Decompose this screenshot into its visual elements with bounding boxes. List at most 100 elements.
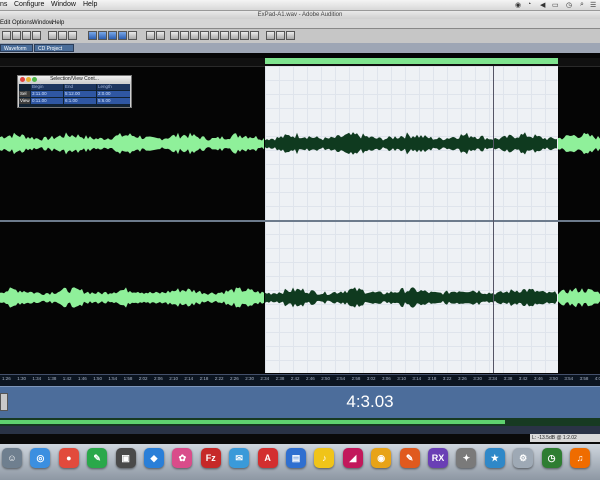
timeline-tick: 3:50 [549, 376, 558, 381]
preview-icon[interactable]: ▤ [286, 448, 306, 468]
timeline-tick: 4:02 [594, 376, 600, 381]
imovie-icon[interactable]: ★ [484, 448, 505, 468]
fire-icon[interactable]: ✦ [456, 448, 477, 468]
view-tabs: Waveform View CD Project View [0, 43, 600, 60]
zoom-icon[interactable] [32, 77, 37, 82]
timeline-tick: 1:46 [78, 376, 87, 381]
notification-icon[interactable]: ☰ [590, 1, 596, 9]
audition-icon[interactable]: ✎ [399, 448, 420, 468]
toolbar-btn-11[interactable] [118, 31, 127, 40]
row-label-view: View [19, 98, 30, 104]
toolbar-btn-7[interactable] [68, 31, 77, 40]
photos-icon[interactable]: ✿ [172, 448, 193, 468]
timeline-tick: 1:26 [2, 376, 11, 381]
toolbar-btn-12[interactable] [128, 31, 137, 40]
toolbar-btn-15[interactable] [170, 31, 179, 40]
firefox-icon[interactable]: ◉ [371, 448, 392, 468]
timeline-tick: 2:22 [214, 376, 224, 381]
battery-icon[interactable]: ▭ [552, 1, 559, 9]
minimize-icon[interactable] [26, 77, 31, 82]
right-channel-waveform-part [0, 287, 264, 308]
status-readout: L: -13.5dB @ 1:2.02 [530, 434, 600, 442]
toolbar-btn-24[interactable] [266, 31, 275, 40]
sel-length-field[interactable]: 2:0.00 [97, 91, 130, 97]
menu-configure[interactable]: Configure [14, 1, 44, 8]
toolbar-btn-22[interactable] [240, 31, 249, 40]
toolbar-btn-17[interactable] [190, 31, 199, 40]
toolbar-btn-20[interactable] [220, 31, 229, 40]
timeline-tick: 3:34 [488, 376, 498, 381]
toolbar-btn-3[interactable] [22, 31, 31, 40]
selection-view-panel[interactable]: Selection/View Cont... Begin End Length … [17, 75, 132, 108]
safari-icon[interactable]: ◎ [30, 448, 51, 468]
view-length-field[interactable]: 5:6.00 [97, 98, 130, 104]
acrobat-icon[interactable]: A [257, 448, 278, 468]
timeline-tick: 1:30 [17, 376, 26, 381]
toolbar-btn-10[interactable] [108, 31, 117, 40]
status-icon[interactable]: ◉ [515, 1, 521, 9]
app-menu-help[interactable]: Help [52, 20, 64, 26]
tab-waveform-view[interactable]: Waveform View [0, 44, 33, 60]
search-icon[interactable]: ⌕ [580, 1, 584, 9]
toolbar-btn-5[interactable] [48, 31, 57, 40]
timeline-tick: 1:38 [47, 376, 57, 381]
transport-side-button[interactable] [0, 393, 8, 411]
menu-item-ns[interactable]: ns [0, 1, 7, 8]
app-menu-options[interactable]: Options [12, 20, 33, 26]
timeline-tick: 1:50 [93, 376, 102, 381]
toolbar-btn-1[interactable] [2, 31, 11, 40]
rx-icon[interactable]: RX [428, 448, 448, 468]
timeline-tick: 3:46 [534, 376, 543, 381]
garageband-icon[interactable]: ♫ [570, 448, 590, 468]
toolbar-btn-26[interactable] [286, 31, 295, 40]
timeline-tick: 1:54 [108, 376, 118, 381]
toolbar-btn-19[interactable] [210, 31, 219, 40]
facetime-icon[interactable]: ▣ [115, 448, 136, 468]
toolbar-btn-13[interactable] [146, 31, 155, 40]
wifi-icon[interactable]: ◔ [527, 1, 531, 8]
window-title: ExPad-A1.wav - Adobe Audition [257, 12, 343, 18]
itunes-icon[interactable]: ♪ [314, 448, 335, 468]
clock-icon[interactable]: ◷ [566, 1, 572, 9]
toolbar-btn-8[interactable] [88, 31, 97, 40]
toolbar-btn-6[interactable] [58, 31, 67, 40]
pdf-icon[interactable]: ◢ [342, 448, 363, 468]
chrome-icon[interactable]: ● [58, 448, 79, 468]
close-icon[interactable] [20, 77, 25, 82]
toolbar-btn-16[interactable] [180, 31, 189, 40]
finder-icon[interactable]: ☺ [2, 448, 22, 468]
toolbar-btn-25[interactable] [276, 31, 285, 40]
timeline-tick: 3:22 [442, 376, 452, 381]
filezilla-icon[interactable]: Fz [200, 448, 221, 468]
timeline-tick: 2:38 [275, 376, 285, 381]
menu-window[interactable]: Window [51, 1, 76, 8]
view-begin-field[interactable]: 0:11.00 [31, 98, 63, 104]
playhead-cursor[interactable] [493, 66, 494, 373]
timemachine-icon[interactable]: ◷ [541, 448, 562, 468]
app-menu-window[interactable]: Window [32, 20, 53, 26]
timeline-tick: 2:02 [138, 376, 148, 381]
toolbar-btn-4[interactable] [32, 31, 41, 40]
toolbar-btn-14[interactable] [156, 31, 165, 40]
tab-cd-project-view[interactable]: CD Project View [34, 44, 74, 60]
timeline-tick: 3:06 [382, 376, 391, 381]
mail-icon[interactable]: ✉ [229, 448, 250, 468]
volume-icon[interactable]: ◀ [540, 1, 545, 9]
view-end-field[interactable]: 6:1.00 [64, 98, 96, 104]
col-header-begin: Begin [31, 84, 63, 90]
menu-help[interactable]: Help [83, 1, 97, 8]
selection-view-table: Begin End Length Sel 3:11.00 5:12.00 2:0… [19, 84, 130, 107]
settings-icon[interactable]: ⚙ [513, 448, 534, 468]
sel-begin-field[interactable]: 3:11.00 [31, 91, 63, 97]
sel-end-field[interactable]: 5:12.00 [64, 91, 96, 97]
overview-selection-bar[interactable] [265, 58, 558, 64]
evernote-icon[interactable]: ✎ [87, 448, 108, 468]
toolbar-btn-23[interactable] [250, 31, 259, 40]
toolbar-btn-9[interactable] [98, 31, 107, 40]
toolbar-btn-2[interactable] [12, 31, 21, 40]
dropbox-icon[interactable]: ◆ [144, 448, 164, 468]
app-menu-edit[interactable]: Edit [0, 20, 10, 26]
toolbar-btn-18[interactable] [200, 31, 209, 40]
toolbar-btn-21[interactable] [230, 31, 239, 40]
left-channel-waveform-part [265, 132, 557, 155]
